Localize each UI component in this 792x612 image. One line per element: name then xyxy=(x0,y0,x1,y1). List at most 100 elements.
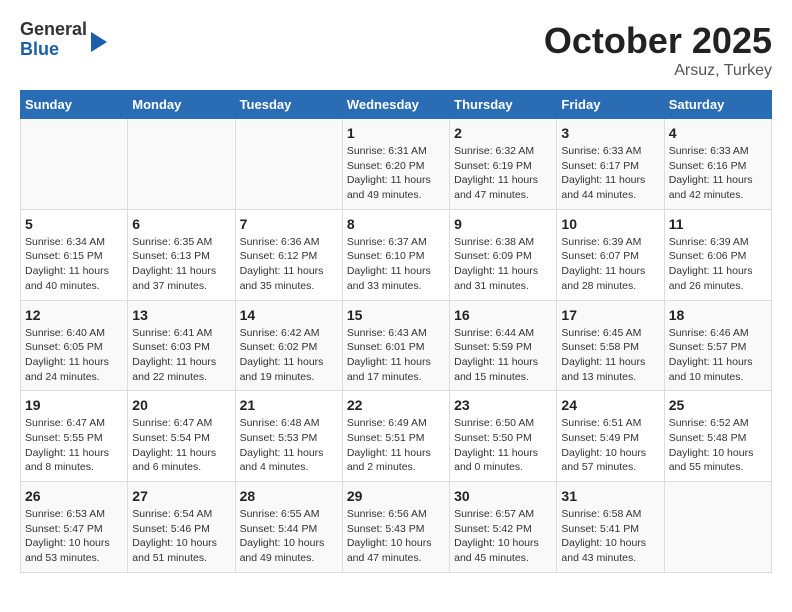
table-row: 29Sunrise: 6:56 AM Sunset: 5:43 PM Dayli… xyxy=(342,482,449,573)
day-info: Sunrise: 6:50 AM Sunset: 5:50 PM Dayligh… xyxy=(454,416,552,475)
day-info: Sunrise: 6:37 AM Sunset: 6:10 PM Dayligh… xyxy=(347,235,445,294)
day-info: Sunrise: 6:31 AM Sunset: 6:20 PM Dayligh… xyxy=(347,144,445,203)
logo-arrow-icon xyxy=(91,32,107,52)
table-row: 3 Sunrise: 6:33 AM Sunset: 6:17 PM Daylig… xyxy=(557,119,664,210)
day-number: 30 xyxy=(454,488,552,504)
calendar-week-row: 5Sunrise: 6:34 AM Sunset: 6:15 PM Daylig… xyxy=(21,209,772,300)
month-title: October 2025 xyxy=(544,20,772,62)
day-number: 25 xyxy=(669,397,767,413)
header-monday: Monday xyxy=(128,91,235,119)
day-info: Sunrise: 6:36 AM Sunset: 6:12 PM Dayligh… xyxy=(240,235,338,294)
header-wednesday: Wednesday xyxy=(342,91,449,119)
day-number: 29 xyxy=(347,488,445,504)
table-row xyxy=(21,119,128,210)
table-row: 26Sunrise: 6:53 AM Sunset: 5:47 PM Dayli… xyxy=(21,482,128,573)
day-info: Sunrise: 6:55 AM Sunset: 5:44 PM Dayligh… xyxy=(240,507,338,566)
header-saturday: Saturday xyxy=(664,91,771,119)
table-row: 20Sunrise: 6:47 AM Sunset: 5:54 PM Dayli… xyxy=(128,391,235,482)
day-info: Sunrise: 6:48 AM Sunset: 5:53 PM Dayligh… xyxy=(240,416,338,475)
day-number: 10 xyxy=(561,216,659,232)
day-number: 2 xyxy=(454,125,552,141)
table-row: 1 Sunrise: 6:31 AM Sunset: 6:20 PM Daylig… xyxy=(342,119,449,210)
day-number: 14 xyxy=(240,307,338,323)
day-number: 13 xyxy=(132,307,230,323)
day-number: 19 xyxy=(25,397,123,413)
day-info: Sunrise: 6:43 AM Sunset: 6:01 PM Dayligh… xyxy=(347,326,445,385)
table-row: 18Sunrise: 6:46 AM Sunset: 5:57 PM Dayli… xyxy=(664,300,771,391)
day-info: Sunrise: 6:46 AM Sunset: 5:57 PM Dayligh… xyxy=(669,326,767,385)
day-number: 12 xyxy=(25,307,123,323)
day-number: 24 xyxy=(561,397,659,413)
day-number: 20 xyxy=(132,397,230,413)
day-number: 28 xyxy=(240,488,338,504)
day-info: Sunrise: 6:57 AM Sunset: 5:42 PM Dayligh… xyxy=(454,507,552,566)
day-info: Sunrise: 6:42 AM Sunset: 6:02 PM Dayligh… xyxy=(240,326,338,385)
title-section: October 2025 Arsuz, Turkey xyxy=(544,20,772,80)
day-number: 15 xyxy=(347,307,445,323)
day-number: 11 xyxy=(669,216,767,232)
location-label: Arsuz, Turkey xyxy=(544,62,772,80)
day-number: 4 xyxy=(669,125,767,141)
day-info: Sunrise: 6:49 AM Sunset: 5:51 PM Dayligh… xyxy=(347,416,445,475)
day-info: Sunrise: 6:38 AM Sunset: 6:09 PM Dayligh… xyxy=(454,235,552,294)
day-number: 27 xyxy=(132,488,230,504)
day-info: Sunrise: 6:32 AM Sunset: 6:19 PM Dayligh… xyxy=(454,144,552,203)
table-row: 25 Sunrise: 6:52 AM Sunset: 5:48 PM Dayli… xyxy=(664,391,771,482)
day-number: 16 xyxy=(454,307,552,323)
day-info: Sunrise: 6:41 AM Sunset: 6:03 PM Dayligh… xyxy=(132,326,230,385)
day-number: 5 xyxy=(25,216,123,232)
logo-general: General xyxy=(20,20,87,40)
day-info: Sunrise: 6:39 AM Sunset: 6:06 PM Dayligh… xyxy=(669,235,767,294)
day-info: Sunrise: 6:45 AM Sunset: 5:58 PM Dayligh… xyxy=(561,326,659,385)
day-info: Sunrise: 6:33 AM Sunset: 6:17 PM Dayligh… xyxy=(561,144,659,203)
day-number: 26 xyxy=(25,488,123,504)
day-number: 17 xyxy=(561,307,659,323)
table-row: 10 Sunrise: 6:39 AM Sunset: 6:07 PM Dayli… xyxy=(557,209,664,300)
day-info: Sunrise: 6:44 AM Sunset: 5:59 PM Dayligh… xyxy=(454,326,552,385)
table-row xyxy=(128,119,235,210)
header-thursday: Thursday xyxy=(450,91,557,119)
table-row: 22Sunrise: 6:49 AM Sunset: 5:51 PM Dayli… xyxy=(342,391,449,482)
table-row: 31 Sunrise: 6:58 AM Sunset: 5:41 PM Dayli… xyxy=(557,482,664,573)
table-row: 30 Sunrise: 6:57 AM Sunset: 5:42 PM Dayli… xyxy=(450,482,557,573)
table-row xyxy=(664,482,771,573)
logo-text: General Blue xyxy=(20,20,87,60)
day-number: 9 xyxy=(454,216,552,232)
page-header: General Blue October 2025 Arsuz, Turkey xyxy=(20,20,772,80)
table-row: 2 Sunrise: 6:32 AM Sunset: 6:19 PM Daylig… xyxy=(450,119,557,210)
day-number: 6 xyxy=(132,216,230,232)
day-number: 7 xyxy=(240,216,338,232)
table-row: 12 Sunrise: 6:40 AM Sunset: 6:05 PM Dayli… xyxy=(21,300,128,391)
header-friday: Friday xyxy=(557,91,664,119)
day-number: 3 xyxy=(561,125,659,141)
table-row: 14 Sunrise: 6:42 AM Sunset: 6:02 PM Dayli… xyxy=(235,300,342,391)
table-row: 6Sunrise: 6:35 AM Sunset: 6:13 PM Daylig… xyxy=(128,209,235,300)
table-row: 23 Sunrise: 6:50 AM Sunset: 5:50 PM Dayli… xyxy=(450,391,557,482)
table-row: 15 Sunrise: 6:43 AM Sunset: 6:01 PM Dayli… xyxy=(342,300,449,391)
day-info: Sunrise: 6:52 AM Sunset: 5:48 PM Dayligh… xyxy=(669,416,767,475)
calendar-week-row: 1 Sunrise: 6:31 AM Sunset: 6:20 PM Daylig… xyxy=(21,119,772,210)
day-info: Sunrise: 6:58 AM Sunset: 5:41 PM Dayligh… xyxy=(561,507,659,566)
calendar-table: Sunday Monday Tuesday Wednesday Thursday… xyxy=(20,90,772,573)
day-info: Sunrise: 6:39 AM Sunset: 6:07 PM Dayligh… xyxy=(561,235,659,294)
table-row: 27Sunrise: 6:54 AM Sunset: 5:46 PM Dayli… xyxy=(128,482,235,573)
table-row: 8Sunrise: 6:37 AM Sunset: 6:10 PM Daylig… xyxy=(342,209,449,300)
day-info: Sunrise: 6:33 AM Sunset: 6:16 PM Dayligh… xyxy=(669,144,767,203)
day-info: Sunrise: 6:40 AM Sunset: 6:05 PM Dayligh… xyxy=(25,326,123,385)
table-row: 7 Sunrise: 6:36 AM Sunset: 6:12 PM Daylig… xyxy=(235,209,342,300)
header-tuesday: Tuesday xyxy=(235,91,342,119)
table-row: 19 Sunrise: 6:47 AM Sunset: 5:55 PM Dayli… xyxy=(21,391,128,482)
table-row: 17 Sunrise: 6:45 AM Sunset: 5:58 PM Dayli… xyxy=(557,300,664,391)
table-row: 11 Sunrise: 6:39 AM Sunset: 6:06 PM Dayli… xyxy=(664,209,771,300)
calendar-week-row: 19 Sunrise: 6:47 AM Sunset: 5:55 PM Dayli… xyxy=(21,391,772,482)
logo-blue: Blue xyxy=(20,40,87,60)
day-number: 1 xyxy=(347,125,445,141)
table-row: 4 Sunrise: 6:33 AM Sunset: 6:16 PM Daylig… xyxy=(664,119,771,210)
table-row: 13 Sunrise: 6:41 AM Sunset: 6:03 PM Dayli… xyxy=(128,300,235,391)
calendar-week-row: 12 Sunrise: 6:40 AM Sunset: 6:05 PM Dayli… xyxy=(21,300,772,391)
day-info: Sunrise: 6:47 AM Sunset: 5:55 PM Dayligh… xyxy=(25,416,123,475)
logo: General Blue xyxy=(20,20,107,60)
day-number: 23 xyxy=(454,397,552,413)
day-number: 31 xyxy=(561,488,659,504)
table-row xyxy=(235,119,342,210)
